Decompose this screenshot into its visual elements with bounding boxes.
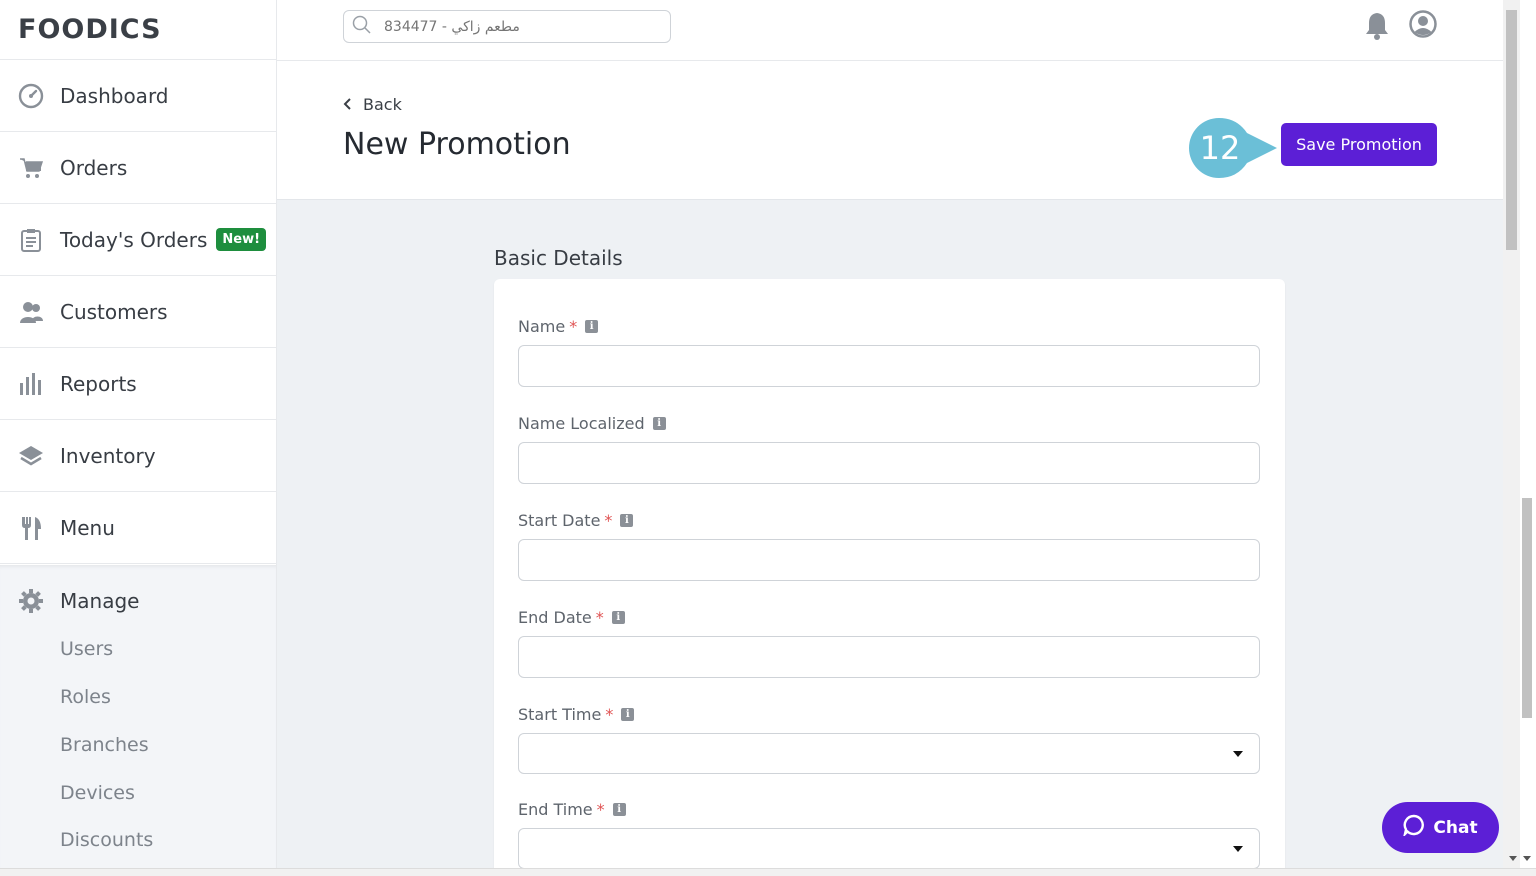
end-time-label: End Time * i <box>518 800 626 819</box>
user-avatar-icon[interactable] <box>1409 10 1437 42</box>
required-marker: * <box>605 705 614 724</box>
sidebar-item-orders[interactable]: Orders <box>0 132 276 204</box>
end-date-label: End Date * i <box>518 608 625 627</box>
end-time-select[interactable] <box>518 828 1260 868</box>
fork-knife-icon <box>18 515 44 541</box>
field-label-text: End Date <box>518 608 592 627</box>
chat-bubble-icon <box>1403 814 1425 841</box>
start-date-field[interactable] <box>518 539 1260 581</box>
new-badge: New! <box>216 228 267 251</box>
name-label: Name * i <box>518 317 599 336</box>
sidebar-subitem-branches[interactable]: Branches <box>0 721 276 769</box>
info-icon[interactable]: i <box>611 611 625 624</box>
field-label-text: Start Time <box>518 705 602 724</box>
page-header: Back New Promotion 12 Save Promotion <box>277 61 1503 200</box>
sidebar-subitem-users[interactable]: Users <box>0 625 276 673</box>
sidebar-item-label: Today's Orders <box>60 227 208 252</box>
bar-chart-icon <box>18 371 44 397</box>
start-time-select[interactable] <box>518 733 1260 774</box>
field-label-text: Start Date <box>518 511 601 530</box>
field-label-text: Name <box>518 317 566 336</box>
chat-label: Chat <box>1433 817 1478 838</box>
content-scrollbar-thumb[interactable] <box>1506 10 1517 250</box>
sidebar-item-label: Dashboard <box>60 83 169 108</box>
search-icon <box>352 15 372 39</box>
info-icon[interactable]: i <box>621 708 635 721</box>
dropdown-caret-icon <box>1233 846 1243 852</box>
sidebar-subitem-devices[interactable]: Devices <box>0 769 276 817</box>
sidebar-subitem-discounts[interactable]: Discounts <box>0 816 276 864</box>
step-number: 12 <box>1199 129 1241 167</box>
name-localized-label: Name Localized i <box>518 414 666 433</box>
sidebar-item-reports[interactable]: Reports <box>0 348 276 420</box>
start-time-label: Start Time * i <box>518 705 635 724</box>
basic-details-card: Name * i Name Localized i Start Date * i… <box>494 279 1285 868</box>
logo-text: FOODICS <box>18 14 162 45</box>
page-scroll-down-arrow-icon[interactable] <box>1523 856 1531 861</box>
sidebar-item-inventory[interactable]: Inventory <box>0 420 276 492</box>
layers-icon <box>18 443 44 469</box>
name-field[interactable] <box>518 345 1260 387</box>
content-scrollbar[interactable] <box>1503 0 1520 868</box>
end-date-field[interactable] <box>518 636 1260 678</box>
chevron-left-icon <box>343 95 353 114</box>
back-link[interactable]: Back <box>343 95 402 114</box>
main-content: Basic Details Name * i Name Localized i … <box>277 200 1503 868</box>
chat-button[interactable]: Chat <box>1382 802 1499 853</box>
info-icon[interactable]: i <box>620 514 634 527</box>
save-promotion-button[interactable]: Save Promotion <box>1281 123 1437 166</box>
name-localized-field[interactable] <box>518 442 1260 484</box>
sidebar-item-todays-orders[interactable]: Today's Orders New! <box>0 204 276 276</box>
gear-icon <box>18 588 44 614</box>
dropdown-caret-icon <box>1233 751 1243 757</box>
sidebar-item-label: Manage <box>60 589 140 613</box>
field-label-text: Name Localized <box>518 414 645 433</box>
sidebar-item-dashboard[interactable]: Dashboard <box>0 60 276 132</box>
required-marker: * <box>596 800 605 819</box>
sidebar-item-menu[interactable]: Menu <box>0 492 276 564</box>
info-icon[interactable]: i <box>652 417 666 430</box>
sidebar-item-label: Orders <box>60 155 128 180</box>
sidebar-item-label: Menu <box>60 515 115 540</box>
cart-icon <box>18 155 44 181</box>
scroll-down-arrow-icon[interactable] <box>1509 856 1517 861</box>
sidebar-item-label: Customers <box>60 299 168 324</box>
sidebar-subitem-roles[interactable]: Roles <box>0 673 276 721</box>
top-bar <box>277 0 1503 61</box>
search-input[interactable] <box>382 17 646 36</box>
info-icon[interactable]: i <box>585 320 599 333</box>
back-label: Back <box>363 95 402 114</box>
section-title: Basic Details <box>494 246 623 270</box>
start-date-label: Start Date * i <box>518 511 634 530</box>
page-scrollbar-thumb[interactable] <box>1522 498 1532 718</box>
field-label-text: End Time <box>518 800 593 819</box>
page-scrollbar[interactable] <box>1520 0 1536 868</box>
required-marker: * <box>595 608 604 627</box>
sidebar: FOODICS Dashboard Orders Today's Orders … <box>0 0 277 868</box>
foodics-logo[interactable]: FOODICS <box>0 0 276 60</box>
info-icon[interactable]: i <box>612 803 626 816</box>
manage-section: Manage Users Roles Branches Devices Disc… <box>0 565 276 868</box>
dashboard-gauge-icon <box>18 83 44 109</box>
required-marker: * <box>569 317 578 336</box>
customers-icon <box>18 299 44 325</box>
required-marker: * <box>604 511 613 530</box>
sidebar-item-label: Inventory <box>60 443 156 468</box>
sidebar-item-customers[interactable]: Customers <box>0 276 276 348</box>
search-box[interactable] <box>343 10 671 43</box>
step-marker: 12 <box>1183 118 1283 178</box>
clipboard-icon <box>18 227 44 253</box>
sidebar-item-label: Reports <box>60 371 137 396</box>
page-title: New Promotion <box>343 127 571 162</box>
notifications-bell-icon[interactable] <box>1364 11 1390 45</box>
